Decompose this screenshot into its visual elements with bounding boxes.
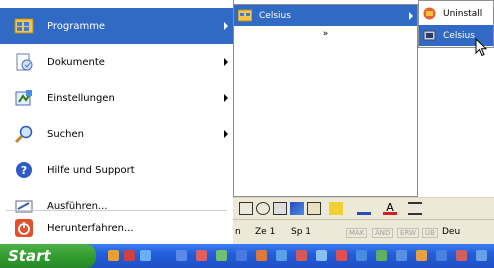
submenu-item-label: Celsius	[259, 10, 291, 21]
menu-item-programs[interactable]: Programme	[0, 8, 233, 44]
quicklaunch-app-icon[interactable]	[416, 250, 427, 261]
insert-image-icon[interactable]	[307, 202, 321, 215]
shutdown-icon	[13, 217, 35, 239]
submenu-arrow-icon	[224, 94, 228, 102]
menu-item-search[interactable]: Suchen	[0, 116, 233, 152]
submenu-arrow-icon	[224, 58, 228, 66]
status-and: ÄND	[372, 228, 394, 238]
uninstall-icon	[423, 7, 436, 20]
wordart-tool-icon[interactable]	[290, 202, 304, 215]
submenu-item-celsius-folder[interactable]: Celsius	[234, 5, 417, 26]
line-color-icon[interactable]	[357, 202, 371, 215]
quicklaunch-desktop-icon[interactable]	[140, 250, 151, 261]
quicklaunch-app-icon[interactable]	[124, 250, 135, 261]
start-button-label: Start	[8, 247, 51, 265]
quicklaunch-app-icon[interactable]	[396, 250, 407, 261]
menu-item-label: Herunterfahren...	[47, 222, 134, 234]
drawing-toolbar: A	[233, 197, 494, 220]
fill-color-icon[interactable]	[329, 202, 343, 215]
status-line: Ze 1	[255, 227, 276, 237]
menu-item-documents[interactable]: Dokumente	[0, 44, 233, 80]
submenu-arrow-icon	[224, 130, 228, 138]
menu-item-settings[interactable]: Einstellungen	[0, 80, 233, 116]
svg-text:?: ?	[21, 164, 27, 177]
status-column: Sp 1	[291, 227, 312, 237]
quicklaunch-app-icon[interactable]	[376, 250, 387, 261]
font-color-icon[interactable]: A	[383, 202, 397, 215]
menu-item-shutdown[interactable]: Herunterfahren...	[0, 213, 233, 243]
start-menu: Programme Dokumente Einstellungen Suchen…	[0, 0, 234, 244]
menu-item-help[interactable]: ? Hilfe und Support	[0, 152, 233, 188]
submenu-item-uninstall[interactable]: Uninstall	[419, 3, 493, 24]
menu-item-label: Dokumente	[47, 56, 105, 68]
submenu-item-label: Celsius	[443, 30, 475, 41]
quicklaunch-app-icon[interactable]	[436, 250, 447, 261]
status-mak: MAK	[346, 228, 368, 238]
quicklaunch-app-icon[interactable]	[336, 250, 347, 261]
status-page-marker: n	[235, 227, 241, 237]
status-bar: n Ze 1 Sp 1 MAK ÄND ERW ÜB Deu	[233, 219, 494, 245]
quicklaunch-app-icon[interactable]	[216, 250, 227, 261]
status-ub: ÜB	[422, 228, 438, 238]
status-language: Deu	[442, 227, 461, 237]
submenu-arrow-icon	[409, 11, 413, 20]
program-group-icon	[238, 9, 252, 22]
quicklaunch-app-icon[interactable]	[196, 250, 207, 261]
help-icon: ?	[13, 159, 35, 181]
quicklaunch-app-icon[interactable]	[176, 250, 187, 261]
menu-item-label: Programme	[47, 20, 106, 32]
ellipse-tool-icon[interactable]	[256, 202, 270, 215]
quicklaunch-app-icon[interactable]	[356, 250, 367, 261]
taskbar: Start	[0, 244, 494, 268]
textbox-tool-icon[interactable]	[273, 202, 287, 215]
documents-icon	[13, 51, 35, 73]
expand-menu-chevron-icon[interactable]: »	[234, 26, 417, 42]
submenu-item-label: Uninstall	[443, 8, 483, 19]
menu-item-label: Einstellungen	[47, 92, 115, 104]
quicklaunch-app-icon[interactable]	[316, 250, 327, 261]
quicklaunch-explorer-icon[interactable]	[108, 250, 119, 261]
menu-separator	[6, 210, 227, 211]
line-style-icon[interactable]	[408, 202, 422, 215]
menu-item-label: Hilfe und Support	[47, 164, 135, 176]
rectangle-tool-icon[interactable]	[239, 202, 253, 215]
status-erw: ERW	[397, 228, 419, 238]
search-icon	[13, 123, 35, 145]
start-button[interactable]: Start	[0, 244, 96, 268]
quicklaunch-app-icon[interactable]	[476, 250, 487, 261]
quicklaunch-app-icon[interactable]	[236, 250, 247, 261]
celsius-app-icon	[423, 30, 436, 41]
settings-icon	[13, 87, 35, 109]
programs-submenu: Celsius »	[233, 4, 418, 197]
quicklaunch-app-icon[interactable]	[276, 250, 287, 261]
quicklaunch-app-icon[interactable]	[296, 250, 307, 261]
mouse-cursor-icon	[475, 38, 487, 57]
menu-item-label: Suchen	[47, 128, 85, 140]
submenu-arrow-icon	[224, 22, 228, 30]
programs-icon	[13, 15, 35, 37]
quicklaunch-app-icon[interactable]	[456, 250, 467, 261]
quicklaunch-app-icon[interactable]	[256, 250, 267, 261]
